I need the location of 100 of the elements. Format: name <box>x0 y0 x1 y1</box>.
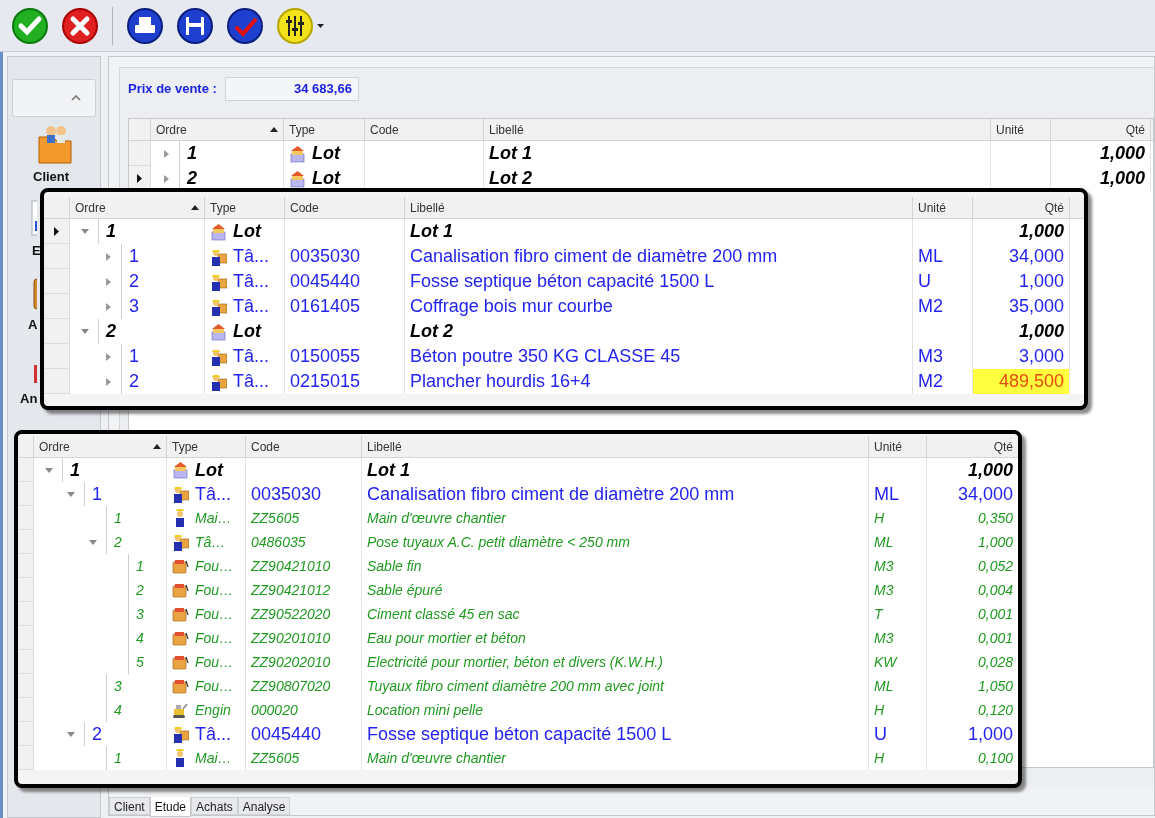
collapse-icon[interactable] <box>89 539 97 545</box>
field-label: Prix de vente : <box>128 80 217 99</box>
table-cell-text: 3 <box>114 676 122 696</box>
worker-icon <box>209 272 227 291</box>
tab[interactable]: Achats <box>191 797 238 815</box>
table-cell-text: Tâ… <box>195 532 226 552</box>
collapse-icon[interactable] <box>45 467 53 473</box>
table-cell-text: Lot <box>195 458 223 482</box>
table-cell-text: Fou… <box>195 628 234 648</box>
column-header[interactable]: Unité <box>874 437 902 456</box>
worker-icon <box>209 372 227 391</box>
house-icon <box>171 461 189 479</box>
column-header[interactable]: Code <box>370 120 399 139</box>
table-cell: Main d'œuvre chantier <box>362 746 869 770</box>
table-cell-text: Tâ... <box>233 270 269 293</box>
table-cell-text: Mai… <box>195 748 232 768</box>
tab[interactable]: Analyse <box>237 797 291 815</box>
table-cell-text: 2 <box>92 722 102 746</box>
table-cell-text: Lot <box>312 142 340 165</box>
table-cell-text: Tâ... <box>195 482 231 506</box>
column-header[interactable]: Code <box>290 198 319 217</box>
collapse-icon[interactable] <box>67 731 75 737</box>
table-cell-text: Lot <box>233 220 261 243</box>
table-cell-text: 1 <box>187 142 197 165</box>
worker-icon <box>171 533 189 551</box>
column-header[interactable]: Type <box>210 198 236 217</box>
sidebar-item[interactable]: An <box>8 391 38 407</box>
table-cell: H <box>869 746 927 770</box>
table-cell-text: 3 <box>136 604 144 624</box>
collapse-icon[interactable] <box>67 491 75 497</box>
expand-icon[interactable] <box>163 174 169 183</box>
column-header[interactable]: Type <box>172 437 198 456</box>
house-icon <box>209 222 227 241</box>
column-header[interactable]: Ordre <box>75 198 106 217</box>
collapse-icon[interactable] <box>81 329 89 334</box>
column-header[interactable]: Code <box>251 437 280 456</box>
table-cell-text: Engin <box>195 700 231 720</box>
chevron-up-icon <box>71 95 81 101</box>
column-header[interactable]: Type <box>289 120 315 139</box>
cancel-button[interactable] <box>62 5 98 46</box>
sort-ascending-icon <box>153 444 161 449</box>
table-cell: ZZ5605 <box>246 746 362 770</box>
column-header[interactable]: Qté <box>1125 120 1145 139</box>
expand-icon[interactable] <box>105 352 111 361</box>
sort-ascending-icon <box>270 127 278 132</box>
tab[interactable]: Etude <box>149 797 192 817</box>
table-cell-text: Tâ... <box>233 370 269 393</box>
column-header[interactable]: Libellé <box>410 198 445 217</box>
column-header[interactable]: Unité <box>996 120 1024 139</box>
table-cell-text: 2 <box>136 580 144 600</box>
settings-button[interactable] <box>277 5 324 46</box>
column-header[interactable]: Qté <box>993 437 1013 456</box>
house-icon <box>288 144 306 163</box>
table-cell-text: Tâ... <box>233 345 269 368</box>
worker-icon <box>209 297 227 316</box>
table-cell-text: 3 <box>129 295 139 318</box>
table-cell: Plancher hourdis 16+4 <box>405 369 913 394</box>
worker-icon <box>209 247 227 266</box>
table-cell-text: Fou… <box>195 676 234 696</box>
printer-icon <box>127 7 163 44</box>
sidebar-item[interactable]: E <box>8 243 41 259</box>
table-cell-text: 1 <box>114 508 122 528</box>
spellcheck-button[interactable] <box>227 5 263 46</box>
column-header[interactable]: Libellé <box>367 437 402 456</box>
column-header[interactable]: Ordre <box>39 437 70 456</box>
worker-icon <box>171 485 189 503</box>
column-header[interactable]: Libellé <box>489 120 524 139</box>
expand-icon[interactable] <box>105 377 111 386</box>
worker-icon <box>171 725 189 743</box>
column-header[interactable]: Unité <box>918 198 946 217</box>
column-header[interactable]: Qté <box>1044 198 1064 217</box>
row-header[interactable] <box>44 219 70 244</box>
table-cell-text: 4 <box>114 700 122 720</box>
table-cell-text: 1 <box>70 458 80 482</box>
ok-button[interactable] <box>12 5 48 46</box>
tab[interactable]: Client <box>109 797 150 815</box>
checkmark-icon <box>12 7 48 44</box>
expand-icon[interactable] <box>105 252 111 261</box>
table-cell-text: 2 <box>129 270 139 293</box>
expand-icon[interactable] <box>163 149 169 158</box>
expand-icon[interactable] <box>105 277 111 286</box>
sidebar-item[interactable]: A <box>8 317 38 333</box>
expand-icon[interactable] <box>105 302 111 311</box>
spellcheck-icon <box>227 7 263 44</box>
table-cell-text: 2 <box>114 532 122 552</box>
sidebar-item[interactable]: Client <box>8 169 70 185</box>
table-cell: 0,100 <box>927 746 1018 770</box>
folder-icon[interactable] <box>35 123 73 165</box>
table-cell-text: 1 <box>92 482 102 506</box>
table-cell-text: Fou… <box>195 556 234 576</box>
price-field[interactable]: 34 683,66 <box>224 77 359 101</box>
sort-ascending-icon <box>191 205 199 210</box>
table-cell-text: 1 <box>114 748 122 768</box>
column-header[interactable]: Ordre <box>156 120 187 139</box>
table-cell-text: Fou… <box>195 652 234 672</box>
sliders-icon <box>277 7 313 44</box>
table-cell-text: Tâ... <box>233 245 269 268</box>
collapse-icon[interactable] <box>81 229 89 234</box>
table-cell-text: 1 <box>106 220 116 243</box>
print-button[interactable] <box>127 5 163 46</box>
